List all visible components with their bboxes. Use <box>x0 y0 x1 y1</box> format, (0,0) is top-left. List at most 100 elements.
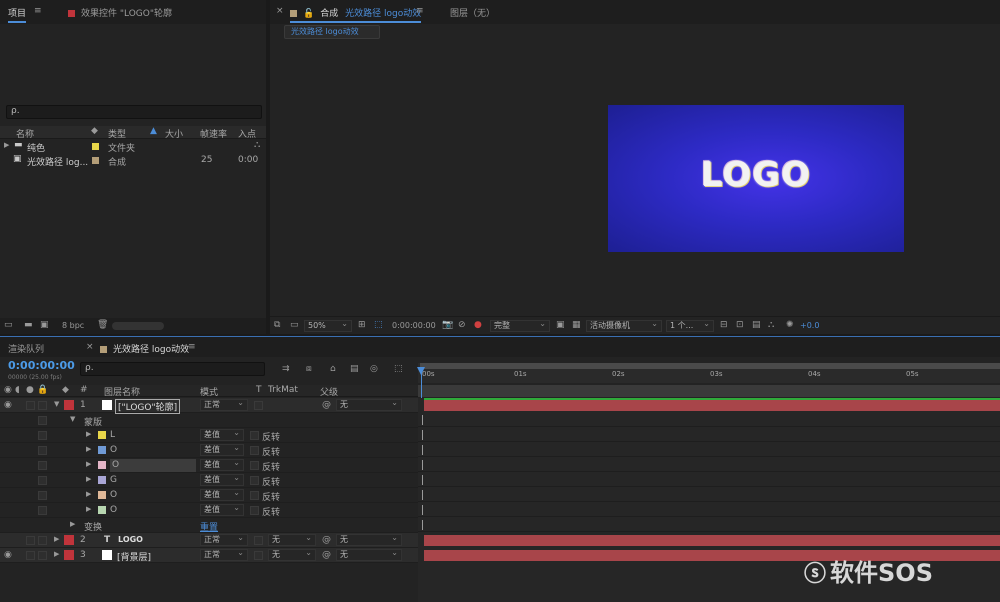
mask-name[interactable]: G <box>110 475 117 485</box>
camera-select[interactable]: 活动摄像机 <box>586 319 662 332</box>
lock-checkbox[interactable] <box>38 551 47 560</box>
mask-mode-select[interactable]: 差值 <box>200 443 244 456</box>
mask-row[interactable]: ▶ G 差值 反转 <box>0 473 418 488</box>
solo-checkbox[interactable] <box>38 476 47 485</box>
keyframe-marker[interactable] <box>422 460 423 470</box>
color-channel-icon[interactable]: ● <box>474 320 482 330</box>
mask-track-row[interactable] <box>418 458 1000 472</box>
invert-checkbox[interactable] <box>250 461 259 470</box>
parent-select[interactable]: 无 <box>336 398 402 411</box>
expand-triangle-icon[interactable]: ▶ <box>86 460 91 468</box>
new-composition-icon[interactable]: ▣ <box>40 320 49 330</box>
frame-blending-icon[interactable]: ▤ <box>350 364 359 374</box>
mask-name[interactable]: O <box>110 459 196 472</box>
thumbnail-slider[interactable] <box>112 322 164 330</box>
panel-menu-icon[interactable]: ≡ <box>34 6 42 16</box>
layer-duration-bar[interactable] <box>424 535 1000 546</box>
col-parent[interactable]: 父级 <box>320 385 338 398</box>
col-size[interactable]: 大小 <box>165 127 183 140</box>
table-row[interactable]: ◉ ▶ 3 [背景层] 正常 无 @ 无 <box>0 548 418 563</box>
expand-triangle-icon[interactable]: ▶ <box>86 490 91 498</box>
blend-mode-select[interactable]: 正常 <box>200 398 248 411</box>
motion-blur-icon[interactable]: ◎ <box>370 364 378 374</box>
panel-menu-icon[interactable]: ≡ <box>416 6 424 16</box>
timeline-icon[interactable]: ▤ <box>752 320 761 330</box>
transform-track-row[interactable] <box>418 518 1000 532</box>
mask-row[interactable]: ▶ O 差值 反转 <box>0 488 418 503</box>
col-trkmat[interactable]: TrkMat <box>268 385 298 395</box>
layer-label-color[interactable] <box>64 550 74 560</box>
solo-checkbox[interactable] <box>26 536 35 545</box>
expand-triangle-icon[interactable]: ▶ <box>86 505 91 513</box>
interpret-footage-icon[interactable]: ▭ <box>4 320 13 330</box>
mask-track-row[interactable] <box>418 443 1000 457</box>
parent-pickwhip-icon[interactable]: @ <box>322 550 331 560</box>
mask-row[interactable]: ▶ L 差值 反转 <box>0 428 418 443</box>
show-snapshot-icon[interactable]: ⊘ <box>458 320 466 330</box>
mask-track-row[interactable] <box>418 473 1000 487</box>
mask-track-row[interactable] <box>418 488 1000 502</box>
tab-effect-controls[interactable]: 效果控件 "LOGO"轮廓 <box>68 6 172 19</box>
col-fps[interactable]: 帧速率 <box>200 127 227 140</box>
expand-triangle-icon[interactable]: ▶ <box>70 520 75 528</box>
audio-icon[interactable]: ◖ <box>15 385 20 395</box>
masks-group-row[interactable]: ▼ 蒙版 <box>0 413 418 428</box>
table-row[interactable]: ▶ 2 T LOGO 正常 无 @ 无 <box>0 533 418 548</box>
solo-checkbox[interactable] <box>26 401 35 410</box>
col-layer-name[interactable]: 图层名称 <box>104 385 140 398</box>
mask-name[interactable]: O <box>110 505 117 515</box>
invert-checkbox[interactable] <box>250 431 259 440</box>
expand-triangle-icon[interactable]: ▶ <box>54 535 59 543</box>
keyframe-marker[interactable] <box>422 430 423 440</box>
composition-viewer[interactable]: LOGO <box>608 105 904 252</box>
mask-mode-select[interactable]: 差值 <box>200 428 244 441</box>
expand-triangle-icon[interactable]: ▶ <box>54 550 59 558</box>
preserve-transparency-checkbox[interactable] <box>254 401 263 410</box>
mask-mode-select[interactable]: 差值 <box>200 473 244 486</box>
timeline-search-input[interactable]: ρ. <box>80 362 265 376</box>
mask-track-row[interactable] <box>418 428 1000 442</box>
parent-select[interactable]: 无 <box>336 533 402 546</box>
solo-icon[interactable]: ● <box>26 385 34 395</box>
solo-checkbox[interactable] <box>38 431 47 440</box>
lock-icon[interactable]: 🔓 <box>303 9 314 19</box>
mask-row[interactable]: ▶ O 差值 反转 <box>0 443 418 458</box>
invert-checkbox[interactable] <box>250 491 259 500</box>
layer-label-color[interactable] <box>64 400 74 410</box>
viewer-timecode[interactable]: 0:00:00:00 <box>392 321 436 330</box>
panel-menu-icon[interactable]: ≡ <box>188 342 196 352</box>
close-icon[interactable]: × <box>276 6 284 16</box>
list-item[interactable]: ▣ 光效路径 log... 合成 25 0:00 <box>0 154 266 168</box>
invert-checkbox[interactable] <box>250 506 259 515</box>
close-icon[interactable]: × <box>86 342 94 352</box>
preserve-transparency-checkbox[interactable] <box>254 536 263 545</box>
mask-color-swatch[interactable] <box>98 491 106 499</box>
col-name[interactable]: 名称 <box>16 127 34 140</box>
graph-editor-icon[interactable]: ⬚ <box>394 364 403 374</box>
tab-timeline-comp[interactable]: 光效路径 logo动效 <box>100 342 189 355</box>
trash-icon[interactable]: 🗑 <box>97 320 108 330</box>
zoom-select[interactable]: 50% <box>304 319 352 332</box>
composition-subtab[interactable]: 光效路径 logo动效 <box>284 25 380 39</box>
keyframe-marker[interactable] <box>422 415 423 425</box>
keyframe-marker[interactable] <box>422 520 423 530</box>
expand-triangle-icon[interactable]: ▶ <box>86 475 91 483</box>
keyframe-marker[interactable] <box>422 505 423 515</box>
solo-checkbox[interactable] <box>38 416 47 425</box>
mask-row[interactable]: ▶ O 差值 反转 <box>0 503 418 518</box>
label-tag-icon[interactable]: ◆ <box>91 126 98 136</box>
invert-checkbox[interactable] <box>250 446 259 455</box>
tab-project[interactable]: 项目 <box>8 6 27 23</box>
mask-name[interactable]: O <box>110 445 117 455</box>
masks-group-track-row[interactable] <box>418 413 1000 427</box>
exposure-value[interactable]: +0.0 <box>800 321 819 330</box>
blend-mode-select[interactable]: 正常 <box>200 548 248 561</box>
keyframe-marker[interactable] <box>422 490 423 500</box>
pixel-aspect-icon[interactable]: ⊟ <box>720 320 728 330</box>
collapse-triangle-icon[interactable]: ▼ <box>70 415 75 423</box>
expand-triangle-icon[interactable]: ▶ <box>4 141 9 149</box>
solo-checkbox[interactable] <box>38 446 47 455</box>
flowchart-icon[interactable]: ⛬ <box>768 320 774 330</box>
layer-label-color[interactable] <box>64 535 74 545</box>
layer-name[interactable]: [背景层] <box>117 550 151 563</box>
